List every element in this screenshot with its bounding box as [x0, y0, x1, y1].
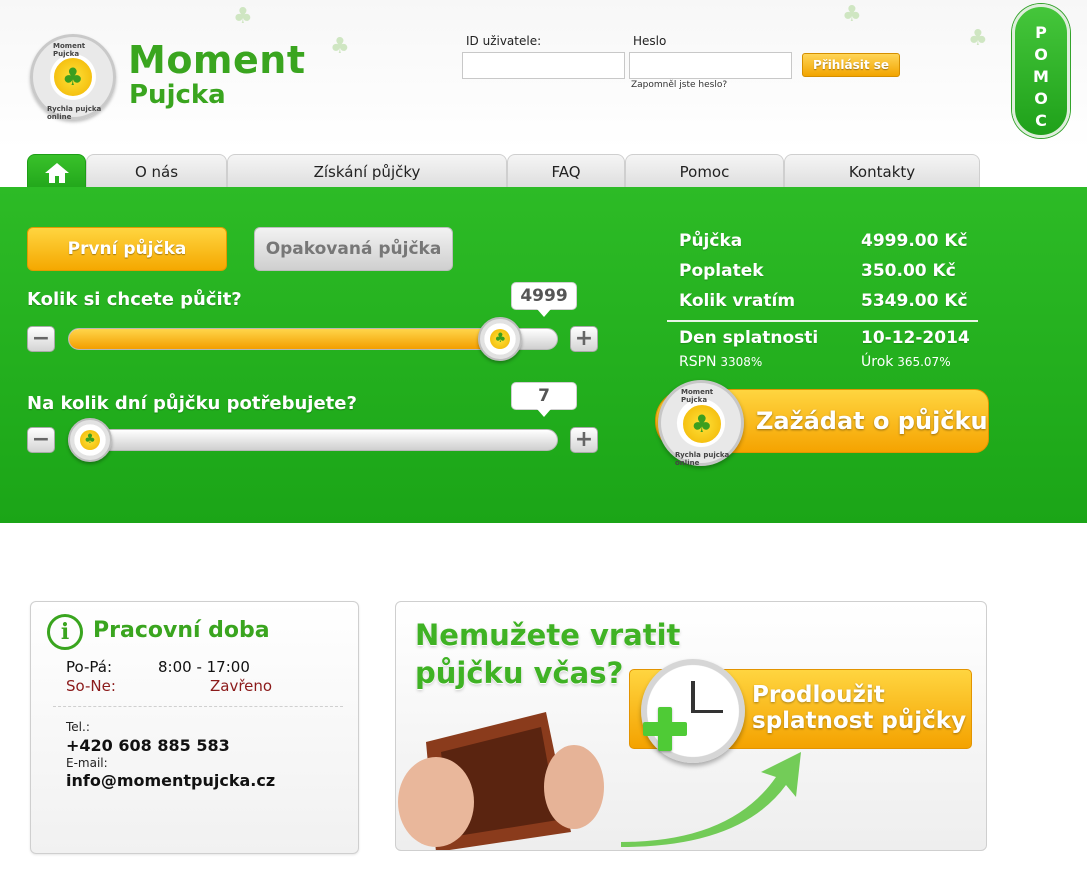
clover-emblem: ♣: [52, 56, 94, 98]
tab-ziskani-pujcky[interactable]: Získání půjčky: [227, 154, 507, 188]
summary-loan-value: 4999.00 Kč: [861, 231, 968, 251]
hours-divider: [53, 706, 343, 707]
working-hours-title: Pracovní doba: [93, 618, 270, 643]
loan-calculator: První půjčka Opakovaná půjčka Kolik si c…: [0, 187, 1087, 523]
days-minus-button[interactable]: −: [27, 427, 55, 453]
badge-bottom-text: Rychla pujcka online: [47, 105, 102, 121]
help-letter: M: [1033, 67, 1049, 86]
promo-headline-line1: Nemužete vratit: [415, 618, 681, 652]
tel-value[interactable]: +420 608 885 583: [66, 736, 230, 755]
help-letter: O: [1034, 45, 1048, 64]
brand-name-line1[interactable]: Moment: [128, 38, 306, 82]
forgot-password-link[interactable]: Zapomněl jste heslo?: [631, 80, 727, 90]
tel-label: Tel.:: [66, 720, 90, 734]
user-id-label: ID uživatele:: [466, 34, 542, 48]
tab-kontakty[interactable]: Kontakty: [784, 154, 980, 188]
clover-icon: ♣: [80, 430, 100, 450]
help-side-tab-label: P O M O C: [1015, 22, 1067, 132]
empty-wallet-image: [398, 712, 604, 850]
green-arrow-icon: [621, 752, 801, 847]
password-label: Heslo: [633, 34, 667, 48]
promo-headline-line2: půjčku včas?: [415, 656, 624, 690]
logo-badge[interactable]: ♣ Moment Pujcka Rychla pujcka online: [30, 34, 116, 121]
tab-pomoc[interactable]: Pomoc: [625, 154, 784, 188]
due-date-label: Den splatnosti: [679, 328, 819, 348]
help-letter: P: [1035, 23, 1047, 42]
clover-icon: ♣: [490, 329, 511, 349]
rate-value: 365.07%: [897, 355, 951, 369]
summary-repay-label: Kolik vratím: [679, 291, 796, 311]
weekend-hours: Zavřeno: [210, 677, 273, 695]
main-navigation: O nás Získání půjčky FAQ Pomoc Kontakty: [0, 150, 1087, 188]
site-header: ♣ ♣ ♣ ♣ ♣ Moment Pujcka Rychla pujcka on…: [0, 0, 1087, 150]
summary-repay-value: 5349.00 Kč: [861, 291, 968, 311]
amount-bubble: 4999: [511, 282, 577, 317]
clover-emblem: ♣: [681, 403, 723, 445]
apply-loan-button[interactable]: ♣ Moment Pujcka Rychla pujcka online Zaž…: [655, 380, 989, 467]
days-slider-track[interactable]: [68, 429, 558, 451]
info-icon: i: [47, 614, 83, 650]
help-side-tab[interactable]: P O M O C: [1012, 4, 1070, 138]
badge-top-text: Moment Pujcka: [53, 42, 86, 58]
days-bubble: 7: [511, 382, 577, 417]
weekdays-hours: 8:00 - 17:00: [158, 658, 250, 676]
amount-plus-button[interactable]: +: [570, 326, 598, 352]
working-hours-panel: i Pracovní doba Po-Pá: 8:00 - 17:00 So-N…: [30, 601, 359, 854]
days-plus-button[interactable]: +: [570, 427, 598, 453]
brand-name-line2[interactable]: Pujcka: [129, 80, 226, 110]
rpsn-value: 3308%: [720, 355, 763, 369]
help-letter: O: [1034, 89, 1048, 108]
repeat-loan-button[interactable]: Opakovaná půjčka: [254, 227, 453, 271]
summary-fee-label: Poplatek: [679, 261, 764, 281]
extend-label-line1: Prodloužit: [752, 682, 885, 708]
badge-top-text: Moment Pujcka: [681, 388, 714, 404]
days-question: Na kolik dní půjčku potřebujete?: [27, 393, 357, 414]
weekdays-label: Po-Pá:: [66, 658, 112, 676]
summary-fee-value: 350.00 Kč: [861, 261, 956, 281]
apply-loan-label: Zažádat o půjčku: [756, 407, 988, 435]
summary-divider: [667, 320, 978, 322]
help-letter: C: [1035, 111, 1047, 130]
login-button[interactable]: Přihlásit se: [802, 53, 900, 77]
email-value[interactable]: info@momentpujcka.cz: [66, 771, 275, 790]
extend-promo-panel[interactable]: Nemužete vratit půjčku včas? Prodloužit …: [395, 601, 987, 851]
first-loan-button[interactable]: První půjčka: [27, 227, 227, 271]
decorative-clover-icon: ♣: [233, 4, 253, 29]
rpsn-label: RSPN: [679, 354, 717, 370]
badge-bottom-text: Rychla pujcka online: [675, 451, 730, 467]
tab-home[interactable]: [27, 154, 86, 188]
clock-minute-hand: [691, 710, 723, 713]
rpsn-text: RSPN 3308%: [679, 354, 762, 370]
extend-label-line2: splatnost půjčky: [752, 708, 967, 734]
amount-minus-button[interactable]: −: [27, 326, 55, 352]
plus-icon: [643, 707, 687, 751]
decorative-clover-icon: ♣: [330, 34, 350, 59]
password-input[interactable]: [629, 52, 792, 79]
clock-hour-hand: [691, 681, 695, 713]
clover-icon: ♣: [691, 410, 713, 438]
rate-text: Úrok 365.07%: [861, 354, 951, 370]
decorative-clover-icon: ♣: [842, 2, 862, 27]
home-icon: [44, 162, 69, 183]
email-label: E-mail:: [66, 756, 108, 770]
days-slider-handle[interactable]: ♣: [68, 418, 112, 462]
user-id-input[interactable]: [462, 52, 625, 79]
tab-faq[interactable]: FAQ: [507, 154, 625, 188]
tab-o-nas[interactable]: O nás: [86, 154, 227, 188]
amount-slider-handle[interactable]: ♣: [478, 317, 523, 361]
amount-slider-fill: [69, 329, 502, 349]
summary-loan-label: Půjčka: [679, 231, 743, 251]
weekend-label: So-Ne:: [66, 677, 116, 695]
rate-label: Úrok: [861, 354, 894, 370]
apply-badge: ♣ Moment Pujcka Rychla pujcka online: [658, 380, 744, 467]
amount-question: Kolik si chcete půčit?: [27, 289, 242, 310]
decorative-clover-icon: ♣: [968, 26, 988, 51]
due-date-value: 10-12-2014: [861, 328, 970, 348]
clover-icon: ♣: [62, 63, 84, 91]
